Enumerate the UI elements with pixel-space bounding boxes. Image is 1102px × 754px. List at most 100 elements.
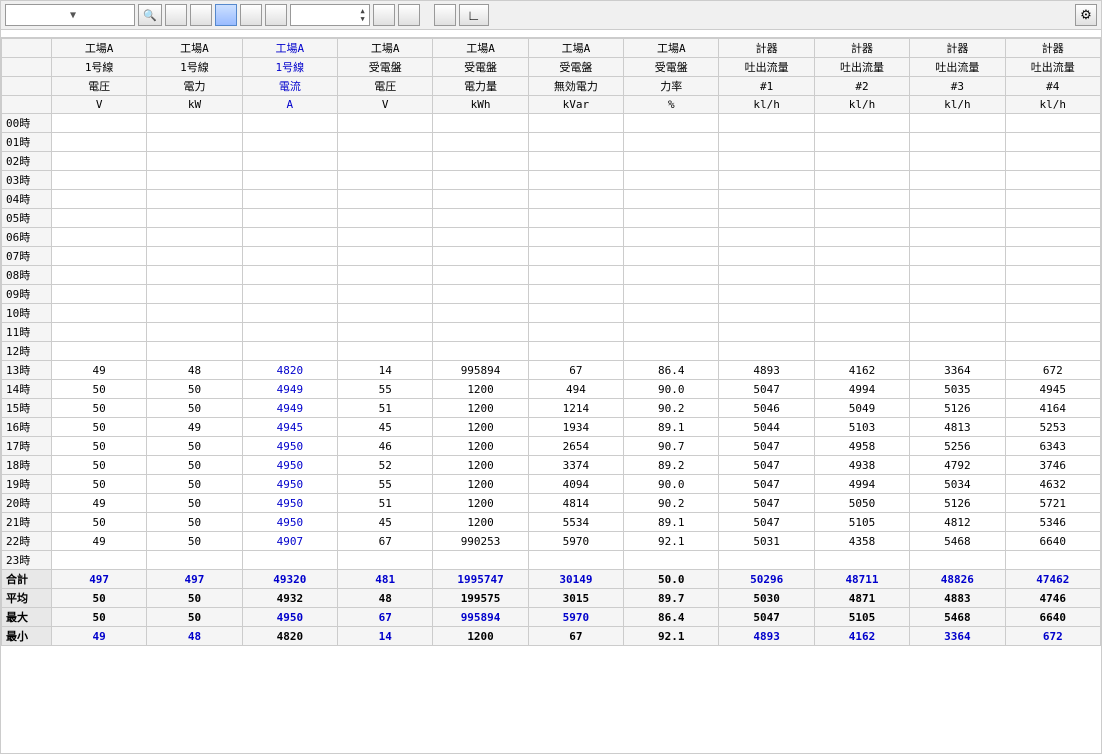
table-row: 19時50504950551200409490.0504749945034463… <box>2 475 1101 494</box>
data-cell <box>242 247 337 266</box>
prev-page-button[interactable] <box>398 4 420 26</box>
summary-cell: 48 <box>147 627 242 646</box>
data-cell <box>147 551 242 570</box>
data-cell: 990253 <box>433 532 528 551</box>
summary-cell: 86.4 <box>624 608 719 627</box>
th-h1-8: 計器 <box>719 39 814 58</box>
prev-prev-button[interactable] <box>165 4 187 26</box>
data-cell <box>51 209 146 228</box>
time-cell: 18時 <box>2 456 52 475</box>
data-cell <box>624 551 719 570</box>
yearly-button[interactable] <box>265 4 287 26</box>
data-cell <box>338 342 433 361</box>
th-empty-2 <box>2 58 52 77</box>
data-cell: 4094 <box>528 475 623 494</box>
header-row-4: V kW A V kWh kVar % kl/h kl/h kl/h kl/h <box>2 96 1101 114</box>
summary-cell: 50 <box>147 608 242 627</box>
th-h1-4: 工場A <box>338 39 433 58</box>
th-h3-5: 電力量 <box>433 77 528 96</box>
time-cell: 23時 <box>2 551 52 570</box>
data-cell: 50 <box>147 399 242 418</box>
data-cell: 4938 <box>814 456 909 475</box>
th-h4-1: V <box>51 96 146 114</box>
data-cell <box>242 228 337 247</box>
today-button[interactable] <box>373 4 395 26</box>
data-cell <box>147 342 242 361</box>
time-cell: 00時 <box>2 114 52 133</box>
data-cell: 4907 <box>242 532 337 551</box>
data-cell: 672 <box>1005 361 1100 380</box>
data-cell: 55 <box>338 475 433 494</box>
summary-cell: 672 <box>1005 627 1100 646</box>
data-cell <box>338 228 433 247</box>
chart-button[interactable]: ∟ <box>459 4 489 26</box>
data-cell: 5047 <box>719 380 814 399</box>
group-select[interactable]: ▼ <box>5 4 135 26</box>
date-input[interactable]: ▲▼ <box>290 4 370 26</box>
header-row-2: 1号線 1号線 1号線 受電盤 受電盤 受電盤 受電盤 吐出流量 吐出流量 吐出… <box>2 58 1101 77</box>
header-row-1: 工場A 工場A 工場A 工場A 工場A 工場A 工場A 計器 計器 計器 計器 <box>2 39 1101 58</box>
summary-cell: 4871 <box>814 589 909 608</box>
data-cell <box>1005 133 1100 152</box>
th-h3-1: 電圧 <box>51 77 146 96</box>
data-cell: 5031 <box>719 532 814 551</box>
data-cell <box>719 228 814 247</box>
summary-cell: 497 <box>51 570 146 589</box>
settings-button[interactable]: ⚙ <box>1075 4 1097 26</box>
date-spinner[interactable]: ▲▼ <box>360 7 364 23</box>
data-cell <box>814 171 909 190</box>
table-row: 06時 <box>2 228 1101 247</box>
data-cell: 5050 <box>814 494 909 513</box>
summary-cell: 4893 <box>719 627 814 646</box>
th-h2-4: 受電盤 <box>338 58 433 77</box>
data-cell <box>433 304 528 323</box>
data-cell: 50 <box>51 475 146 494</box>
data-cell: 50 <box>51 380 146 399</box>
table-row: 21時50504950451200553489.1504751054812534… <box>2 513 1101 532</box>
data-cell: 5047 <box>719 456 814 475</box>
summary-cell: 48 <box>338 589 433 608</box>
data-cell <box>719 152 814 171</box>
table-row: 10時 <box>2 304 1101 323</box>
data-cell <box>910 285 1005 304</box>
data-cell <box>433 247 528 266</box>
data-cell <box>242 209 337 228</box>
next-next-button[interactable] <box>190 4 212 26</box>
data-cell <box>910 133 1005 152</box>
summary-cell: 5105 <box>814 608 909 627</box>
data-cell: 5047 <box>719 475 814 494</box>
data-cell: 89.1 <box>624 513 719 532</box>
data-cell: 5047 <box>719 494 814 513</box>
data-cell <box>1005 190 1100 209</box>
time-cell: 02時 <box>2 152 52 171</box>
table-row: 20時49504950511200481490.2504750505126572… <box>2 494 1101 513</box>
data-cell: 5103 <box>814 418 909 437</box>
daily-button[interactable] <box>215 4 237 26</box>
time-cell: 14時 <box>2 380 52 399</box>
th-h1-5: 工場A <box>433 39 528 58</box>
data-cell <box>1005 171 1100 190</box>
data-cell <box>147 285 242 304</box>
data-cell <box>147 266 242 285</box>
data-cell: 6343 <box>1005 437 1100 456</box>
th-h1-9: 計器 <box>814 39 909 58</box>
data-cell <box>338 304 433 323</box>
data-cell <box>910 152 1005 171</box>
summary-cell: 50 <box>51 608 146 627</box>
data-cell <box>1005 323 1100 342</box>
data-cell: 5034 <box>910 475 1005 494</box>
th-h2-11: 吐出流量 <box>1005 58 1100 77</box>
summary-cell: 1200 <box>433 627 528 646</box>
search-button[interactable]: 🔍 <box>138 4 162 26</box>
data-cell: 4945 <box>242 418 337 437</box>
summary-row: 最大5050495067995894597086.450475105546866… <box>2 608 1101 627</box>
table-container[interactable]: 工場A 工場A 工場A 工場A 工場A 工場A 工場A 計器 計器 計器 計器 … <box>1 38 1101 753</box>
monthly-button[interactable] <box>240 4 262 26</box>
data-cell <box>528 342 623 361</box>
data-cell: 1200 <box>433 494 528 513</box>
data-cell: 3364 <box>910 361 1005 380</box>
next-page-button[interactable] <box>434 4 456 26</box>
report-title <box>1 30 1101 38</box>
data-cell <box>242 285 337 304</box>
data-cell <box>242 551 337 570</box>
